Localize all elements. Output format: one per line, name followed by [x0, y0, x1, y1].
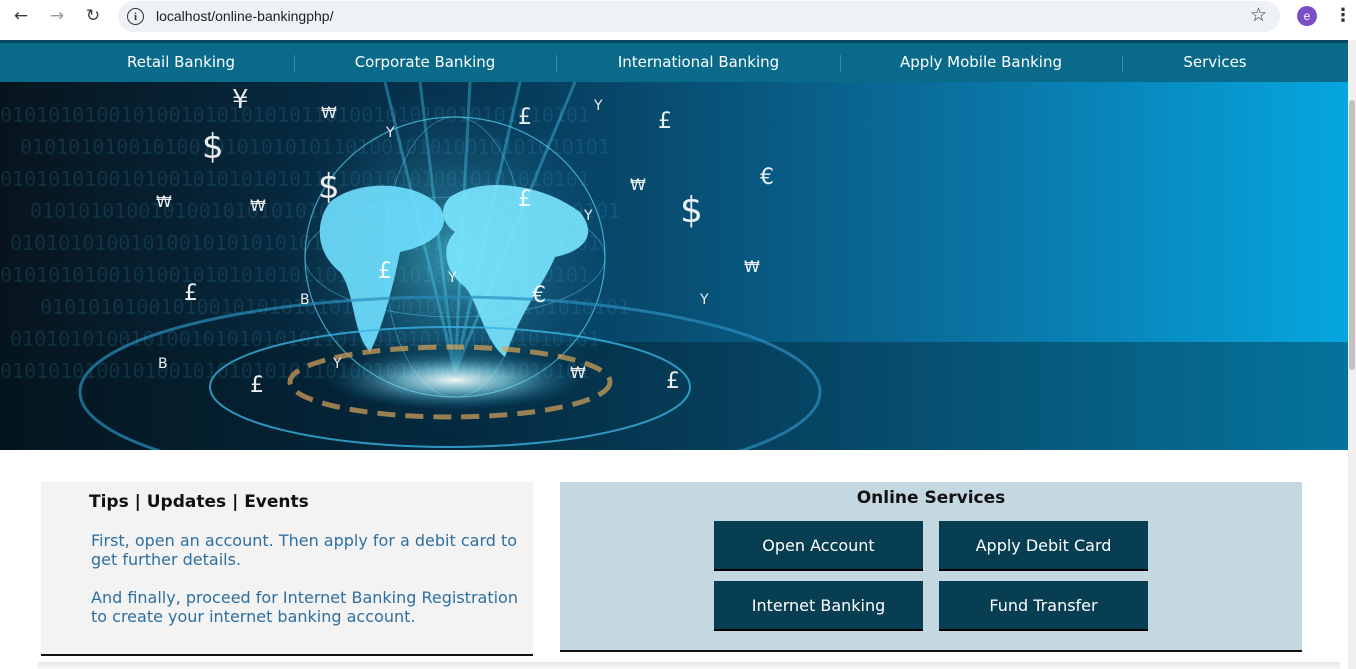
- banner-symbol: $: [202, 127, 224, 167]
- banner-symbol: ₩: [570, 363, 586, 382]
- banner-symbol: £: [518, 105, 532, 130]
- banner-symbol: Y: [332, 356, 342, 372]
- apply-debit-card-button[interactable]: Apply Debit Card: [939, 521, 1148, 571]
- kebab-menu-icon[interactable]: ⋮: [1334, 5, 1352, 26]
- banner-symbol: ₩: [630, 175, 646, 194]
- banner-symbol: £: [250, 373, 264, 398]
- nav-retail-banking[interactable]: Retail Banking: [96, 43, 266, 82]
- banner-symbol: ₩: [744, 257, 760, 276]
- banner-symbol: B: [158, 356, 168, 372]
- scrollbar-thumb[interactable]: [1349, 100, 1355, 370]
- nav-divider: [840, 55, 841, 72]
- address-bar[interactable]: i localhost/online-bankingphp/ ☆: [118, 1, 1280, 32]
- banner-symbol: $: [318, 167, 340, 207]
- tips-heading: Tips | Updates | Events: [89, 492, 309, 512]
- banner-symbol: Y: [699, 292, 709, 308]
- nav-services[interactable]: Services: [1160, 43, 1270, 82]
- nav-divider: [1122, 55, 1123, 72]
- fund-transfer-button[interactable]: Fund Transfer: [939, 581, 1148, 631]
- banner-symbol: £: [666, 369, 680, 394]
- banner-symbol: $: [680, 190, 703, 231]
- url-text[interactable]: localhost/online-bankingphp/: [156, 8, 333, 24]
- banner-symbol: ¥: [232, 85, 249, 115]
- banner-symbol: ₩: [250, 196, 266, 215]
- banner-symbol: Y: [385, 125, 395, 141]
- nav-corporate-banking[interactable]: Corporate Banking: [330, 43, 520, 82]
- banner-symbol: £: [378, 259, 392, 284]
- info-icon[interactable]: i: [127, 8, 144, 25]
- forward-arrow-icon[interactable]: →: [45, 4, 69, 28]
- browser-toolbar: ← → ↻ i localhost/online-bankingphp/ ☆ e…: [0, 0, 1356, 33]
- tips-paragraph-2: And finally, proceed for Internet Bankin…: [91, 588, 518, 626]
- banner-symbol: €: [532, 283, 546, 308]
- banner-symbol: ₩: [156, 192, 172, 211]
- nav-divider: [294, 55, 295, 72]
- banner-symbol: B: [300, 292, 310, 308]
- footer-edge: [38, 662, 1340, 669]
- nav-apply-mobile-banking[interactable]: Apply Mobile Banking: [872, 43, 1090, 82]
- tips-paragraph-1: First, open an account. Then apply for a…: [91, 531, 518, 569]
- back-arrow-icon[interactable]: ←: [9, 4, 33, 28]
- banner-symbol: Y: [583, 208, 593, 224]
- nav-divider: [556, 55, 557, 72]
- banner-symbol: ₩: [321, 103, 337, 122]
- main-navigation: Retail Banking Corporate Banking Interna…: [0, 40, 1348, 82]
- reload-icon[interactable]: ↻: [81, 4, 105, 28]
- hero-banner: 0101010100101001010101010110100101010010…: [0, 82, 1348, 450]
- profile-avatar[interactable]: e: [1297, 6, 1317, 26]
- internet-banking-button[interactable]: Internet Banking: [714, 581, 923, 631]
- page-scrollbar[interactable]: [1348, 40, 1356, 669]
- nav-international-banking[interactable]: International Banking: [590, 43, 807, 82]
- banner-image: 0101010100101001010101010110100101010010…: [0, 82, 1348, 450]
- online-services-panel: Online Services Open Account Apply Debit…: [560, 482, 1302, 652]
- banner-symbol: £: [184, 281, 198, 306]
- online-services-heading: Online Services: [856, 488, 1006, 508]
- star-icon[interactable]: ☆: [1250, 4, 1267, 26]
- tips-panel: Tips | Updates | Events First, open an a…: [41, 482, 533, 656]
- banner-symbol: €: [760, 165, 774, 190]
- open-account-button[interactable]: Open Account: [714, 521, 923, 571]
- banner-symbol: £: [658, 109, 672, 134]
- banner-symbol: Y: [447, 270, 457, 286]
- banner-symbol: Y: [593, 98, 603, 114]
- banner-symbol: £: [518, 187, 532, 212]
